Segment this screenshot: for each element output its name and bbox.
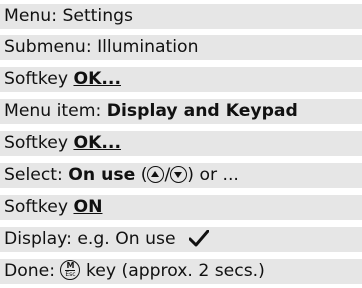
step-done-label: Done: bbox=[4, 261, 56, 281]
paren-open: ( bbox=[140, 165, 148, 185]
menu-key-letter: M bbox=[66, 261, 75, 270]
step-select-value: On use bbox=[68, 165, 136, 185]
step-done-suffix: key (approx. 2 secs.) bbox=[85, 261, 265, 281]
step-display: Display: e.g. On use bbox=[0, 227, 362, 252]
step-select-label: Select: bbox=[4, 165, 63, 185]
step-softkey-label: Softkey bbox=[4, 133, 68, 153]
up-arrow-key-icon bbox=[147, 166, 165, 183]
menu-esc-key-icon: M Esc bbox=[60, 260, 81, 280]
step-submenu-label: Submenu: bbox=[4, 37, 92, 57]
checkmark-icon bbox=[188, 229, 210, 255]
step-display-value: On use bbox=[115, 229, 176, 249]
step-softkey-label: Softkey bbox=[4, 69, 68, 89]
step-submenu-value: Illumination bbox=[97, 37, 199, 57]
paren-close: ) bbox=[187, 165, 194, 185]
step-done: Done: M Esc key (approx. 2 secs.) bbox=[0, 259, 362, 284]
step-menu-value: Settings bbox=[62, 6, 133, 26]
step-menu: Menu: Settings bbox=[0, 4, 362, 29]
softkey-ok-label: OK... bbox=[73, 69, 121, 89]
step-menu-item-value: Display and Keypad bbox=[106, 101, 298, 121]
esc-key-label: Esc bbox=[65, 271, 76, 278]
step-softkey-on: Softkey ON bbox=[0, 195, 362, 220]
softkey-ok-label: OK... bbox=[73, 133, 121, 153]
softkey-on-label: ON bbox=[73, 197, 103, 217]
step-softkey-ok-2: Softkey OK... bbox=[0, 131, 362, 156]
step-menu-label: Menu: bbox=[4, 6, 57, 26]
step-softkey-ok-1: Softkey OK... bbox=[0, 67, 362, 92]
step-display-label: Display: e.g. bbox=[4, 229, 110, 249]
instruction-panel: Menu: Settings Submenu: Illumination Sof… bbox=[0, 0, 362, 288]
step-select-suffix: or ... bbox=[199, 165, 239, 185]
step-menu-item-label: Menu item: bbox=[4, 101, 102, 121]
step-select: Select: On use (/) or ... bbox=[0, 163, 362, 188]
step-submenu: Submenu: Illumination bbox=[0, 35, 362, 60]
step-menu-item: Menu item: Display and Keypad bbox=[0, 99, 362, 124]
step-softkey-label: Softkey bbox=[4, 197, 68, 217]
down-arrow-key-icon bbox=[170, 166, 188, 183]
